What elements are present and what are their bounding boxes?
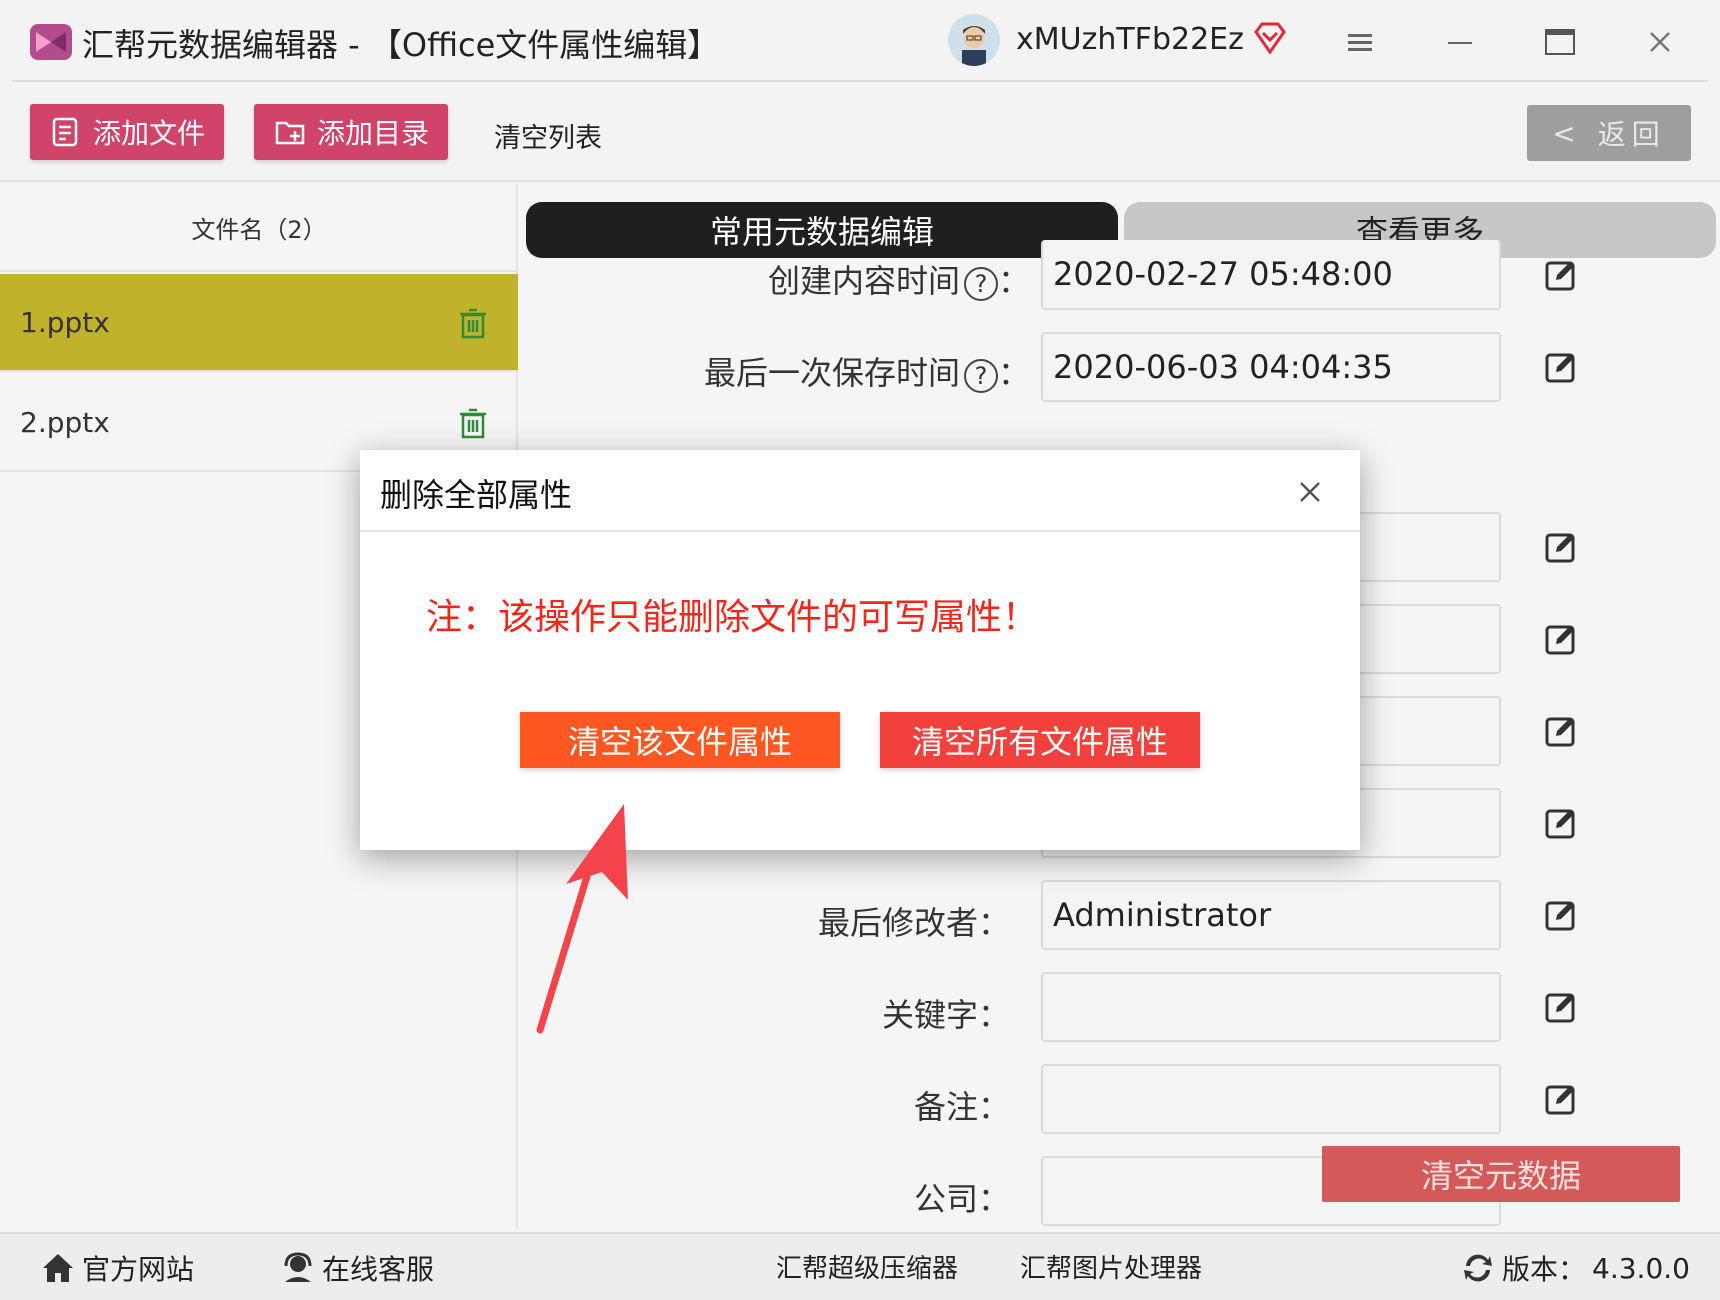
file-row-1[interactable]: 1.pptx (0, 274, 518, 372)
close-icon[interactable] (1296, 478, 1324, 506)
file-name: 2.pptx (20, 405, 110, 439)
edit-icon[interactable] (1544, 258, 1578, 292)
version-label: 版本： (1502, 1253, 1587, 1286)
username[interactable]: xMUzhTFb22Ez (1016, 22, 1244, 57)
keywords-field[interactable] (1041, 972, 1501, 1042)
last-modifier-field[interactable]: Administrator (1041, 880, 1501, 950)
online-support-link[interactable]: 在线客服 (280, 1248, 434, 1288)
edit-icon[interactable] (1544, 350, 1578, 384)
window-title: 汇帮元数据编辑器 - 【Office文件属性编辑】 (82, 26, 720, 64)
help-icon[interactable]: ? (963, 267, 998, 301)
vip-diamond-icon[interactable] (1252, 20, 1288, 56)
edit-icon[interactable] (1544, 1082, 1578, 1116)
add-file-label: 添加文件 (92, 117, 205, 150)
image-tool-link[interactable]: 汇帮图片处理器 (1020, 1248, 1202, 1285)
edit-icon[interactable] (1544, 714, 1578, 748)
avatar-icon (948, 14, 1000, 66)
refresh-icon (1464, 1254, 1492, 1282)
tab-common-metadata[interactable]: 常用元数据编辑 (526, 202, 1118, 258)
version-info[interactable]: 版本： 4.3.0.0 (1460, 1248, 1690, 1288)
add-file-icon (52, 117, 78, 147)
edit-icon[interactable] (1544, 990, 1578, 1024)
last-saved-field[interactable]: 2020-06-03 04:04:35 (1041, 332, 1501, 402)
user-avatar[interactable] (948, 14, 1000, 66)
dialog-divider (360, 530, 1360, 532)
colon: ： (997, 354, 1030, 392)
support-label: 在线客服 (322, 1253, 435, 1286)
help-icon[interactable]: ? (963, 359, 998, 393)
add-folder-label: 添加目录 (316, 117, 429, 150)
website-label: 官方网站 (82, 1253, 195, 1286)
clear-metadata-button[interactable]: 清空元数据 (1322, 1146, 1680, 1202)
clear-this-file-properties-button[interactable]: 清空该文件属性 (520, 712, 840, 768)
edit-icon[interactable] (1544, 530, 1578, 564)
clear-list-button[interactable]: 清空列表 (494, 116, 602, 155)
trash-icon[interactable] (458, 407, 488, 439)
home-icon (43, 1254, 73, 1282)
created-time-field[interactable]: 2020-02-27 05:48:00 (1041, 240, 1501, 310)
version-value: 4.3.0.0 (1592, 1251, 1690, 1285)
file-list-header: 文件名（2） (0, 184, 518, 272)
compressor-link[interactable]: 汇帮超级压缩器 (776, 1248, 958, 1285)
annotation-arrow-icon (536, 804, 628, 1034)
created-label-text: 创建内容时间 (767, 262, 960, 300)
company-label: 公司： (913, 1180, 1010, 1218)
add-file-button[interactable]: 添加文件 (30, 104, 224, 160)
maximize-icon[interactable] (1540, 22, 1580, 62)
headset-icon (284, 1252, 312, 1282)
created-time-label: 创建内容时间?： (560, 256, 1030, 302)
trash-icon[interactable] (458, 307, 488, 339)
file-name: 1.pptx (20, 305, 110, 339)
official-website-link[interactable]: 官方网站 (40, 1248, 194, 1288)
menu-icon[interactable] (1340, 22, 1380, 62)
chevron-left-icon: < (1552, 116, 1582, 150)
minimize-icon[interactable] (1440, 22, 1480, 62)
comments-label: 备注： (913, 1088, 1010, 1126)
back-button[interactable]: < 返回 (1527, 105, 1691, 161)
add-folder-button[interactable]: 添加目录 (254, 104, 448, 160)
close-icon[interactable] (1640, 22, 1680, 62)
clear-all-files-properties-button[interactable]: 清空所有文件属性 (880, 712, 1200, 768)
delete-all-properties-dialog: 删除全部属性 注：该操作只能删除文件的可写属性！ 清空该文件属性 清空所有文件属… (360, 450, 1360, 850)
add-folder-icon (275, 121, 305, 145)
comments-field[interactable] (1041, 1064, 1501, 1134)
app-logo-icon (30, 24, 72, 60)
edit-icon[interactable] (1544, 622, 1578, 656)
edit-icon[interactable] (1544, 806, 1578, 840)
dialog-warning-text: 注：该操作只能删除文件的可写属性！ (426, 597, 1039, 638)
colon: ： (997, 262, 1030, 300)
back-label: 返回 (1597, 118, 1666, 151)
saved-label-text: 最后一次保存时间 (703, 354, 960, 392)
last-saved-label: 最后一次保存时间?： (560, 348, 1030, 394)
edit-icon[interactable] (1544, 898, 1578, 932)
dialog-title: 删除全部属性 (380, 476, 573, 514)
